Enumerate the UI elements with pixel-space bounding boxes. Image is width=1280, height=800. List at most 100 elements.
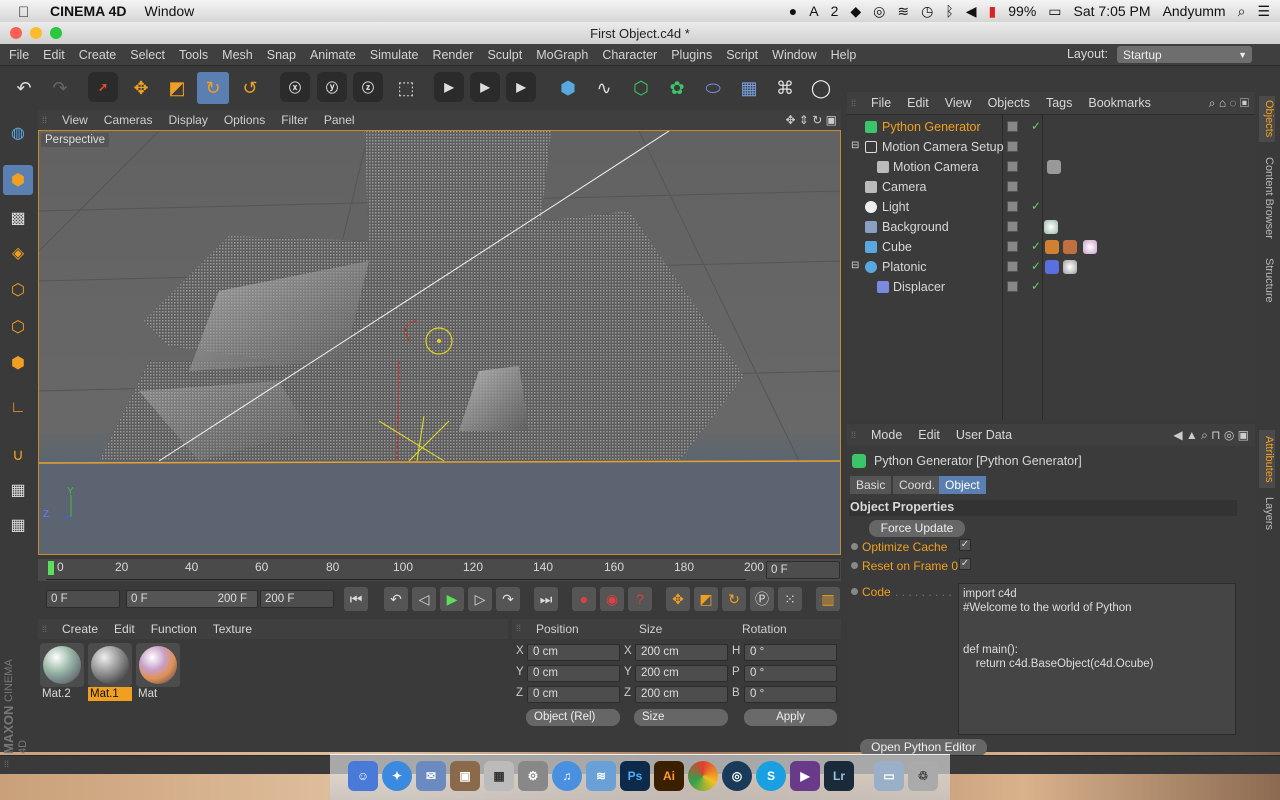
menu-select[interactable]: Select [123,48,172,62]
objects-menu-objects[interactable]: Objects [980,96,1038,110]
size-y-field[interactable]: 200 cm [635,665,728,682]
recent-tool-icon[interactable]: ↺ [234,72,266,104]
coordinate-system-icon[interactable]: ⬚ [390,72,422,104]
animation-dot-icon[interactable] [851,588,858,595]
timeline-ruler[interactable]: 0 20 40 60 80 100 120 140 160 180 200 0 … [38,559,841,581]
collapse-icon[interactable]: ⊟ [851,260,859,271]
light-icon[interactable]: ◯ [805,72,837,104]
adobe-icon[interactable]: A [809,3,818,19]
scale-key-icon[interactable]: ◩ [694,587,718,611]
nurbs-icon[interactable]: ⬡ [625,72,657,104]
go-to-start-icon[interactable]: ⏮ [344,587,368,611]
calculator-icon[interactable]: ▦ [484,761,514,791]
coordinate-mode-select[interactable]: Object (Rel) [526,709,620,726]
pos-z-field[interactable]: 0 cm [527,686,620,703]
trash-icon[interactable]: ♲ [908,761,938,791]
attr-menu-edit[interactable]: Edit [910,428,948,442]
object-row-displacer[interactable]: Displacer ✓ [847,277,1255,297]
x-axis-lock-icon[interactable]: ⓧ [280,72,310,102]
autokey-icon[interactable]: ◉ [600,587,624,611]
3d-viewport[interactable]: Perspective Y Z [38,130,841,555]
current-frame-field[interactable]: 0 F [766,561,840,579]
tab-coord[interactable]: Coord. [893,476,942,494]
render-view-icon[interactable]: ▶ [434,72,464,102]
play-icon[interactable]: ▶ [440,587,464,611]
range-slider[interactable]: 0 F 200 F [126,590,258,608]
menu-render[interactable]: Render [425,48,480,62]
edges-mode-icon[interactable]: ⬡ [3,312,33,342]
visibility-toggle[interactable] [1007,241,1018,252]
visibility-toggle[interactable] [1007,281,1018,292]
rotate-icon[interactable]: ↻ [197,72,229,104]
tab-layers[interactable]: Layers [1259,494,1275,534]
z-axis-lock-icon[interactable]: ⓩ [353,72,383,102]
object-row-motion-camera[interactable]: Motion Camera [847,157,1255,177]
wifi-icon[interactable]: ≋ [897,3,909,20]
objects-menu-edit[interactable]: Edit [899,96,937,110]
cinema4d-dock-icon[interactable]: ◎ [722,761,752,791]
object-row-platonic[interactable]: ⊟ Platonic ✓ [847,257,1255,277]
viewport-menu-filter[interactable]: Filter [273,113,316,127]
point-level-icon[interactable]: ⁙ [778,587,802,611]
spline-icon[interactable]: ∿ [588,72,620,104]
app-name-menu[interactable]: CINEMA 4D [50,3,127,19]
texture-mode-icon[interactable]: ▩ [3,203,33,233]
camera-icon[interactable]: ⌘ [769,72,801,104]
objects-menu-bookmarks[interactable]: Bookmarks [1080,96,1159,110]
size-z-field[interactable]: 200 cm [635,686,728,703]
position-key-icon[interactable]: ✥ [666,587,690,611]
photoshop-icon[interactable]: Ps [620,761,650,791]
tab-content-browser[interactable]: Content Browser [1259,148,1275,248]
enabled-check-icon[interactable]: ✓ [1031,279,1041,293]
viewport-menu-panel[interactable]: Panel [316,113,363,127]
skype-icon[interactable]: S [756,761,786,791]
viewport-navigation-icons[interactable]: ✥ ⇕ ↻ ▣ [785,113,837,127]
visibility-toggle[interactable] [1007,261,1018,272]
parameter-key-icon[interactable]: Ⓟ [750,587,774,611]
objects-menu-tags[interactable]: Tags [1038,96,1080,110]
render-settings-icon[interactable]: ▶ [506,72,536,102]
attribute-nav-icons[interactable]: ◀ ▲ ⌕ ⊓ ◎ ▣ [1173,428,1249,443]
menu-plugins[interactable]: Plugins [664,48,719,62]
y-axis-lock-icon[interactable]: ⓨ [317,72,347,102]
deformer-icon[interactable]: ⬭ [697,72,729,104]
points-mode-icon[interactable]: ⬡ [3,275,33,305]
tab-object[interactable]: Object [939,476,986,494]
redo-icon[interactable]: ↷ [44,72,76,104]
pos-y-field[interactable]: 0 cm [527,665,620,682]
tab-structure[interactable]: Structure [1259,252,1275,308]
material-tag-icon[interactable] [1044,220,1058,234]
menu-sculpt[interactable]: Sculpt [480,48,529,62]
layout-select[interactable]: Startup ▼ [1117,46,1252,63]
visibility-toggle[interactable] [1007,221,1018,232]
window-menu[interactable]: Window [145,3,195,19]
keyframe-selection-icon[interactable]: ? [628,587,652,611]
axis-mode-icon[interactable]: ∟ [3,393,33,423]
size-mode-select[interactable]: Size [634,709,728,726]
viewport-menu-options[interactable]: Options [216,113,273,127]
tag-icon[interactable] [1047,160,1061,174]
finder-icon[interactable]: ☺ [348,761,378,791]
undo-icon[interactable]: ↶ [8,72,40,104]
menu-character[interactable]: Character [595,48,664,62]
workplane-mode-icon[interactable]: ◈ [3,238,33,268]
menu-mograph[interactable]: MoGraph [529,48,595,62]
viewport-menu-cameras[interactable]: Cameras [96,113,161,127]
time-machine-icon[interactable]: ◷ [921,3,933,20]
apply-button[interactable]: Apply [744,709,837,726]
menu-file[interactable]: File [2,48,36,62]
playhead-marker[interactable] [48,561,54,575]
menu-animate[interactable]: Animate [303,48,363,62]
notification-center-icon[interactable]: ☰ [1257,3,1270,20]
cube-icon[interactable]: ⬢ [552,72,584,104]
workplane-lock-icon[interactable]: ▦ [3,475,33,505]
visibility-toggle[interactable] [1007,181,1018,192]
menu-simulate[interactable]: Simulate [363,48,426,62]
size-x-field[interactable]: 200 cm [635,644,728,661]
volume-icon[interactable]: ◀ [966,3,977,20]
final-cut-icon[interactable]: ▶ [790,761,820,791]
bluetooth-icon[interactable]: ᛒ [945,3,953,19]
photo-booth-icon[interactable]: ≋ [586,761,616,791]
minimize-window-icon[interactable] [30,27,42,39]
scale-icon[interactable]: ◩ [161,72,193,104]
